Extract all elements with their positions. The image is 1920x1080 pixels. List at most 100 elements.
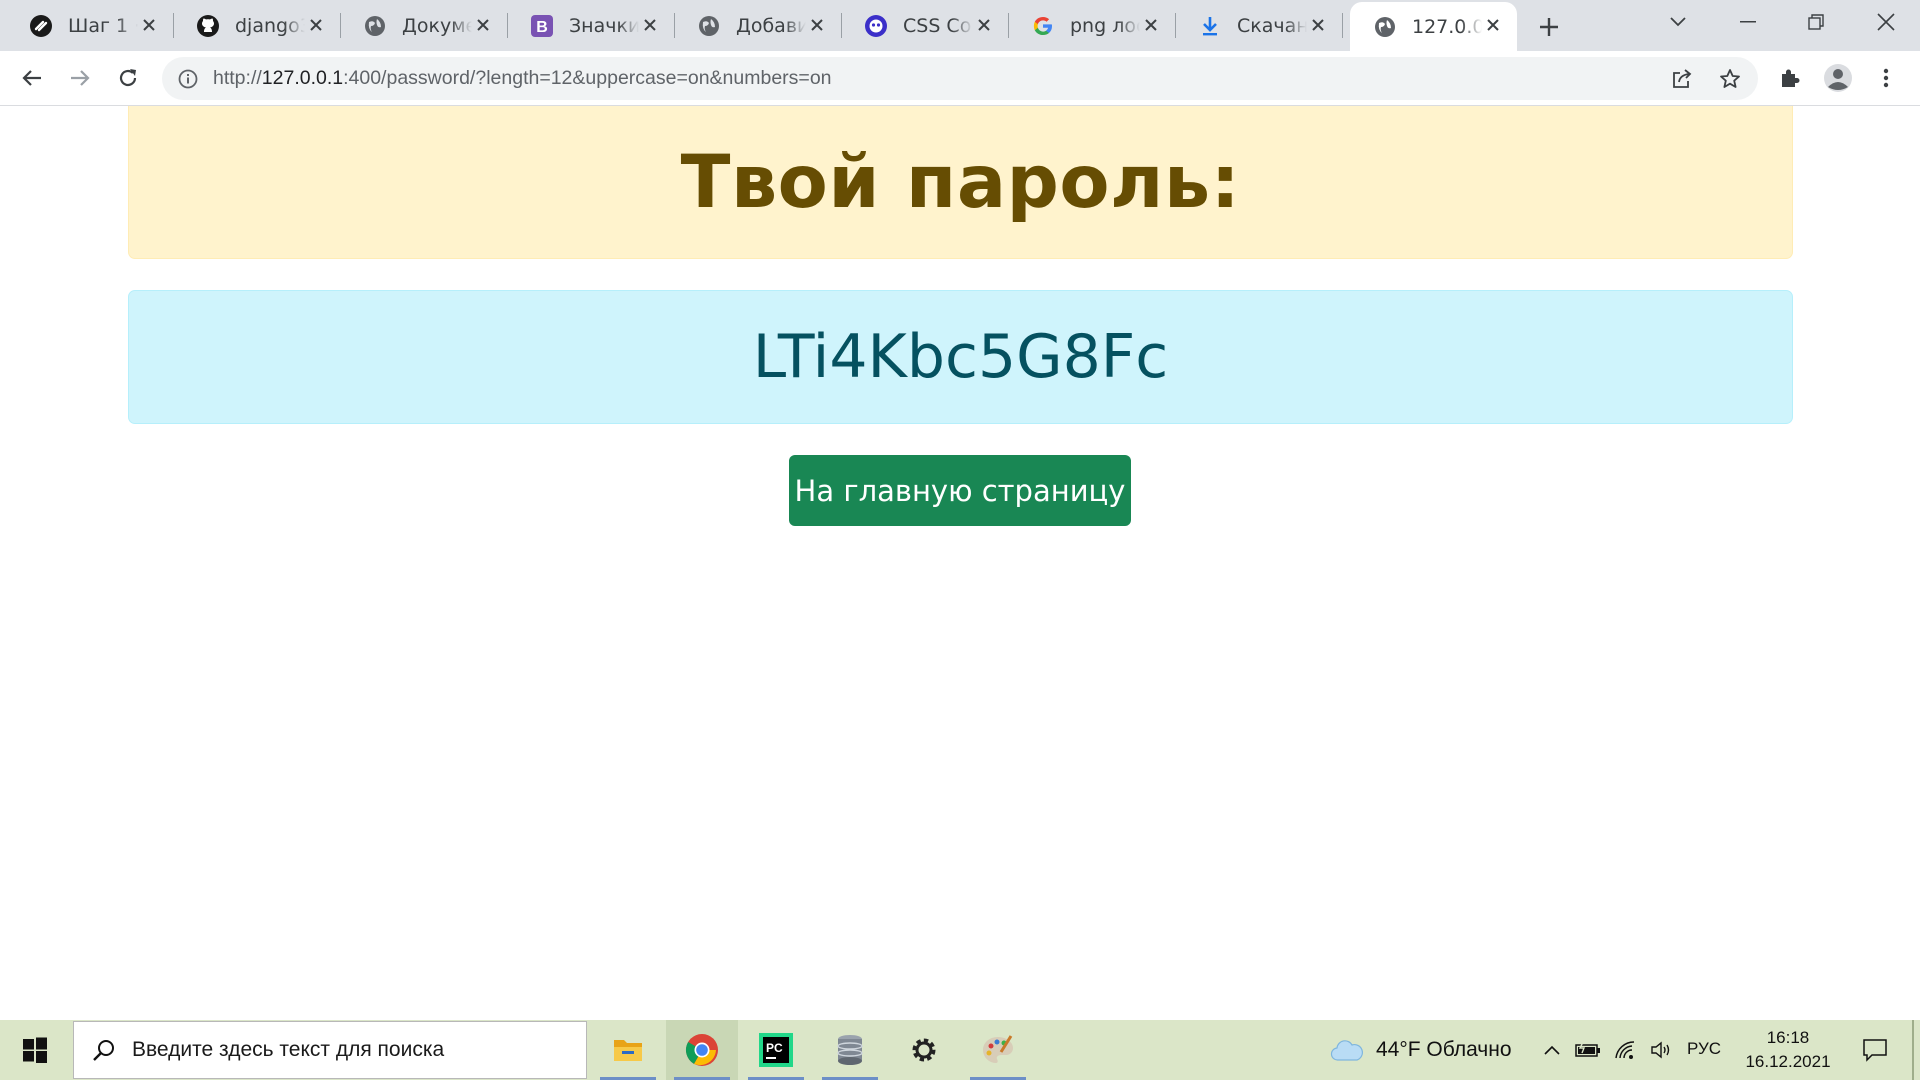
back-button[interactable] — [12, 58, 52, 98]
share-button[interactable] — [1669, 66, 1695, 92]
clock-date: 16.12.2021 — [1745, 1052, 1831, 1071]
page-title: Твой пароль: — [680, 139, 1241, 225]
tab-title: Скачанн — [1237, 14, 1307, 37]
tab-search-button[interactable] — [1650, 0, 1706, 44]
weather-text: 44°F Облачно — [1376, 1038, 1512, 1061]
tab-css-colors[interactable]: CSS Colo — [841, 0, 1009, 51]
taskbar-app-explorer[interactable] — [592, 1020, 664, 1080]
tray-volume[interactable] — [1646, 1020, 1678, 1080]
tab-title: png лосо — [1070, 14, 1140, 37]
google-icon — [1031, 14, 1055, 38]
close-icon[interactable] — [138, 14, 160, 36]
close-icon[interactable] — [639, 14, 661, 36]
clock[interactable]: 16:18 16.12.2021 — [1740, 1026, 1836, 1074]
close-icon[interactable] — [1482, 14, 1504, 36]
tab-title: 127.0.0.1 — [1412, 15, 1482, 38]
tab-title: Докумен — [402, 14, 472, 37]
search-icon — [90, 1037, 118, 1065]
restore-button[interactable] — [1788, 0, 1844, 44]
wifi-icon — [1615, 1041, 1635, 1059]
taskbar-search[interactable]: Введите здесь текст для поиска — [73, 1021, 587, 1079]
battery-icon — [1575, 1042, 1600, 1057]
tab-title: CSS Colo — [903, 14, 973, 37]
taskbar-app-pycharm[interactable]: PC — [740, 1020, 812, 1080]
page-content: Твой пароль: LTi4Kbc5G8Fc На главную стр… — [0, 106, 1920, 1020]
browser-toolbar: http://127.0.0.1:400/password/?length=12… — [0, 51, 1920, 106]
minimize-icon — [1740, 21, 1756, 23]
tray-overflow-button[interactable] — [1538, 1020, 1566, 1080]
tab-google[interactable]: png лосо — [1008, 0, 1176, 51]
tab-docs[interactable]: Докумен — [340, 0, 508, 51]
bootstrap-icon: B — [530, 14, 554, 38]
plus-icon — [1540, 18, 1558, 36]
github-icon — [196, 14, 220, 38]
globe-icon — [363, 14, 387, 38]
reload-button[interactable] — [108, 58, 148, 98]
forward-button[interactable] — [60, 58, 100, 98]
password-value: LTi4Kbc5G8Fc — [752, 322, 1169, 392]
tab-downloads[interactable]: Скачанн — [1175, 0, 1343, 51]
taskbar: Введите здесь текст для поиска PC 44°F О… — [0, 1020, 1920, 1080]
tray-network[interactable] — [1610, 1020, 1642, 1080]
paint-palette-icon — [983, 1035, 1013, 1063]
cssgradient-icon — [864, 14, 888, 38]
speaker-icon — [1651, 1041, 1670, 1059]
svg-text:B: B — [536, 19, 548, 36]
tab-title: Добавит — [736, 14, 806, 37]
taskbar-app-database[interactable] — [814, 1020, 886, 1080]
globe-icon — [1373, 15, 1397, 39]
tab-strip: Шаг 1 · С django3- Докумен B Значки. I Д… — [0, 0, 1920, 51]
chevron-down-icon — [1670, 17, 1686, 27]
notification-button[interactable] — [1850, 1020, 1900, 1080]
show-desktop-button[interactable] — [1912, 1020, 1914, 1080]
chevron-up-icon — [1544, 1045, 1560, 1055]
tab-title: django3- — [235, 14, 305, 37]
close-icon[interactable] — [472, 14, 494, 36]
tab-title: Значки. I — [569, 14, 639, 37]
tray-battery[interactable] — [1572, 1020, 1604, 1080]
start-button[interactable] — [0, 1020, 70, 1080]
address-bar[interactable]: http://127.0.0.1:400/password/?length=12… — [162, 57, 1758, 100]
close-window-button[interactable] — [1858, 0, 1914, 44]
close-icon[interactable] — [305, 14, 327, 36]
info-icon[interactable] — [176, 67, 200, 91]
tab-stepik[interactable]: Шаг 1 · С — [6, 0, 174, 51]
chat-bubble-icon — [1863, 1039, 1887, 1062]
tab-localhost[interactable]: 127.0.0.1 — [1350, 2, 1517, 51]
taskbar-app-chrome[interactable] — [666, 1020, 738, 1080]
close-icon[interactable] — [806, 14, 828, 36]
profile-button[interactable] — [1818, 58, 1858, 98]
close-icon[interactable] — [1140, 14, 1162, 36]
close-icon[interactable] — [1307, 14, 1329, 36]
tab-github[interactable]: django3- — [173, 0, 341, 51]
close-icon — [1877, 13, 1895, 31]
taskbar-app-paint[interactable] — [962, 1020, 1034, 1080]
url-text[interactable]: http://127.0.0.1:400/password/?length=12… — [213, 67, 832, 90]
weather-widget[interactable]: 44°F Облачно — [1330, 1020, 1512, 1080]
bookmark-button[interactable] — [1717, 66, 1743, 92]
close-icon[interactable] — [973, 14, 995, 36]
download-icon — [1198, 14, 1222, 38]
password-alert: LTi4Kbc5G8Fc — [128, 290, 1793, 424]
url-path: :400/password/?length=12&uppercase=on&nu… — [343, 67, 832, 89]
home-button[interactable]: На главную страницу — [789, 455, 1131, 526]
kebab-menu-icon — [1883, 68, 1889, 88]
database-icon — [837, 1035, 863, 1065]
language-indicator[interactable]: РУС — [1687, 1039, 1721, 1059]
minimize-button[interactable] — [1720, 0, 1776, 44]
heading-alert: Твой пароль: — [128, 106, 1793, 259]
taskbar-app-settings[interactable] — [888, 1020, 960, 1080]
reload-icon — [119, 69, 137, 87]
globe-icon — [697, 14, 721, 38]
menu-button[interactable] — [1866, 58, 1906, 98]
folder-icon — [614, 1040, 642, 1061]
tab-add[interactable]: Добавит — [674, 0, 842, 51]
url-scheme: http:// — [213, 67, 262, 89]
new-tab-button[interactable] — [1533, 11, 1565, 43]
tab-title: Шаг 1 · С — [68, 14, 138, 37]
tab-bootstrap-icons[interactable]: B Значки. I — [507, 0, 675, 51]
clock-time: 16:18 — [1766, 1028, 1810, 1047]
extensions-button[interactable] — [1770, 58, 1810, 98]
tab-separator — [1342, 13, 1343, 38]
stepik-icon — [29, 14, 53, 38]
